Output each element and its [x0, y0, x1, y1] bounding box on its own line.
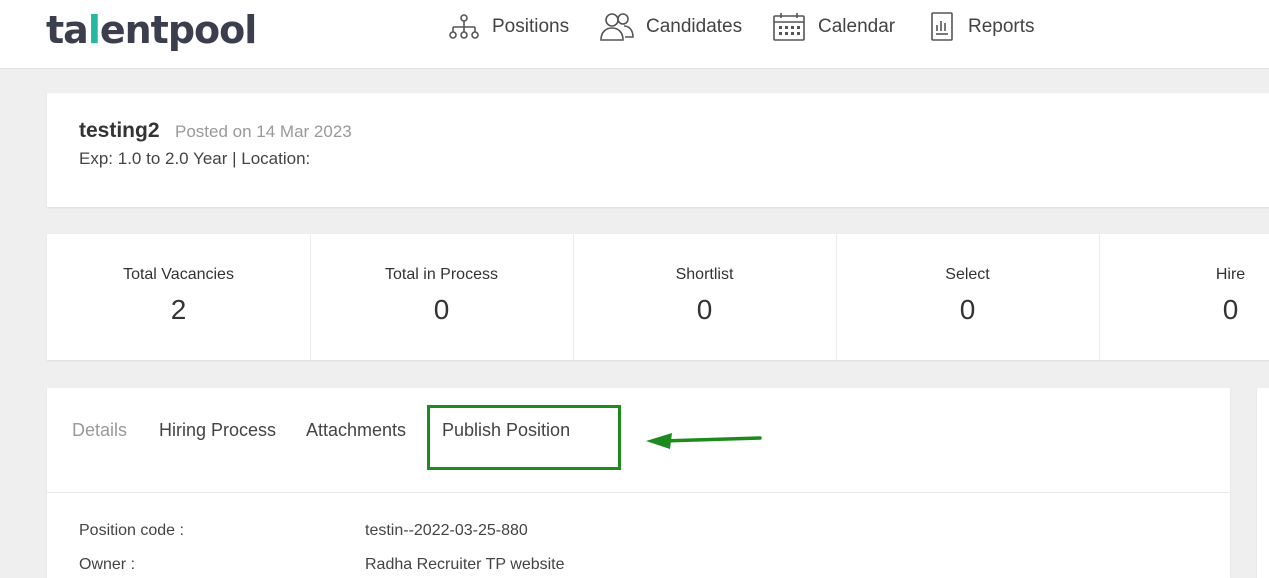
- position-code-value: testin--2022-03-25-880: [365, 522, 528, 539]
- tab-details[interactable]: Details: [72, 420, 127, 441]
- stat-label: Shortlist: [675, 266, 734, 283]
- job-title: testing2: [79, 119, 160, 142]
- position-code-label: Position code :: [79, 522, 184, 539]
- top-navbar: talentpool Positions Candidates Calendar…: [0, 0, 1269, 69]
- publish-position-highlight-box: [427, 405, 621, 470]
- nav-positions-label: Positions: [492, 16, 570, 37]
- nav-candidates[interactable]: Candidates: [600, 10, 742, 44]
- job-header-card: testing2 Posted on 14 Mar 2023 Exp: 1.0 …: [47, 93, 1269, 207]
- stats-card: Total Vacancies 2 Total in Process 0 Sho…: [47, 234, 1269, 360]
- stat-value: 2: [170, 294, 187, 325]
- nav-calendar-label: Calendar: [818, 16, 896, 37]
- nav-reports-label: Reports: [968, 16, 1035, 37]
- org-chart-icon: [449, 14, 479, 39]
- nav-candidates-label: Candidates: [646, 16, 743, 37]
- nav-positions[interactable]: Positions: [448, 10, 569, 44]
- calendar-icon: [773, 13, 805, 41]
- owner-label: Owner :: [79, 556, 136, 573]
- stat-label: Select: [945, 266, 990, 283]
- stat-select: Select 0: [836, 234, 1100, 360]
- posted-date: Posted on 14 Mar 2023: [175, 122, 352, 141]
- talentpool-logo[interactable]: talentpool: [46, 8, 257, 52]
- stat-shortlist: Shortlist 0: [573, 234, 837, 360]
- tab-hiring-process[interactable]: Hiring Process: [159, 420, 276, 441]
- stat-value: 0: [959, 294, 976, 325]
- stat-total-in-process: Total in Process 0: [310, 234, 574, 360]
- tab-attachments[interactable]: Attachments: [306, 420, 406, 441]
- stat-value: 0: [433, 294, 450, 325]
- annotation-arrow-icon: [646, 433, 762, 449]
- stat-label: Total Vacancies: [123, 266, 234, 283]
- stat-hire: Hire 0: [1099, 234, 1269, 360]
- nav-calendar[interactable]: Calendar: [772, 10, 895, 44]
- position-details-card: Details Hiring Process Attachments Publi…: [47, 388, 1230, 578]
- nav-reports[interactable]: Reports: [930, 10, 1035, 44]
- logo-text-start: ta: [46, 8, 89, 52]
- stat-label: Hire: [1215, 266, 1246, 283]
- stat-value: 0: [1222, 294, 1239, 325]
- stat-label: Total in Process: [385, 266, 498, 283]
- users-icon: [600, 13, 634, 41]
- logo-text-end: entpool: [99, 8, 257, 52]
- stat-value: 0: [696, 294, 713, 325]
- logo-text-accent: l: [87, 8, 101, 52]
- owner-value: Radha Recruiter TP website: [365, 556, 565, 573]
- tabs-divider: [47, 492, 1230, 493]
- stat-total-vacancies: Total Vacancies 2: [47, 234, 311, 360]
- job-meta: Exp: 1.0 to 2.0 Year | Location:: [79, 149, 311, 168]
- report-icon: [931, 12, 953, 41]
- side-card: [1257, 388, 1269, 578]
